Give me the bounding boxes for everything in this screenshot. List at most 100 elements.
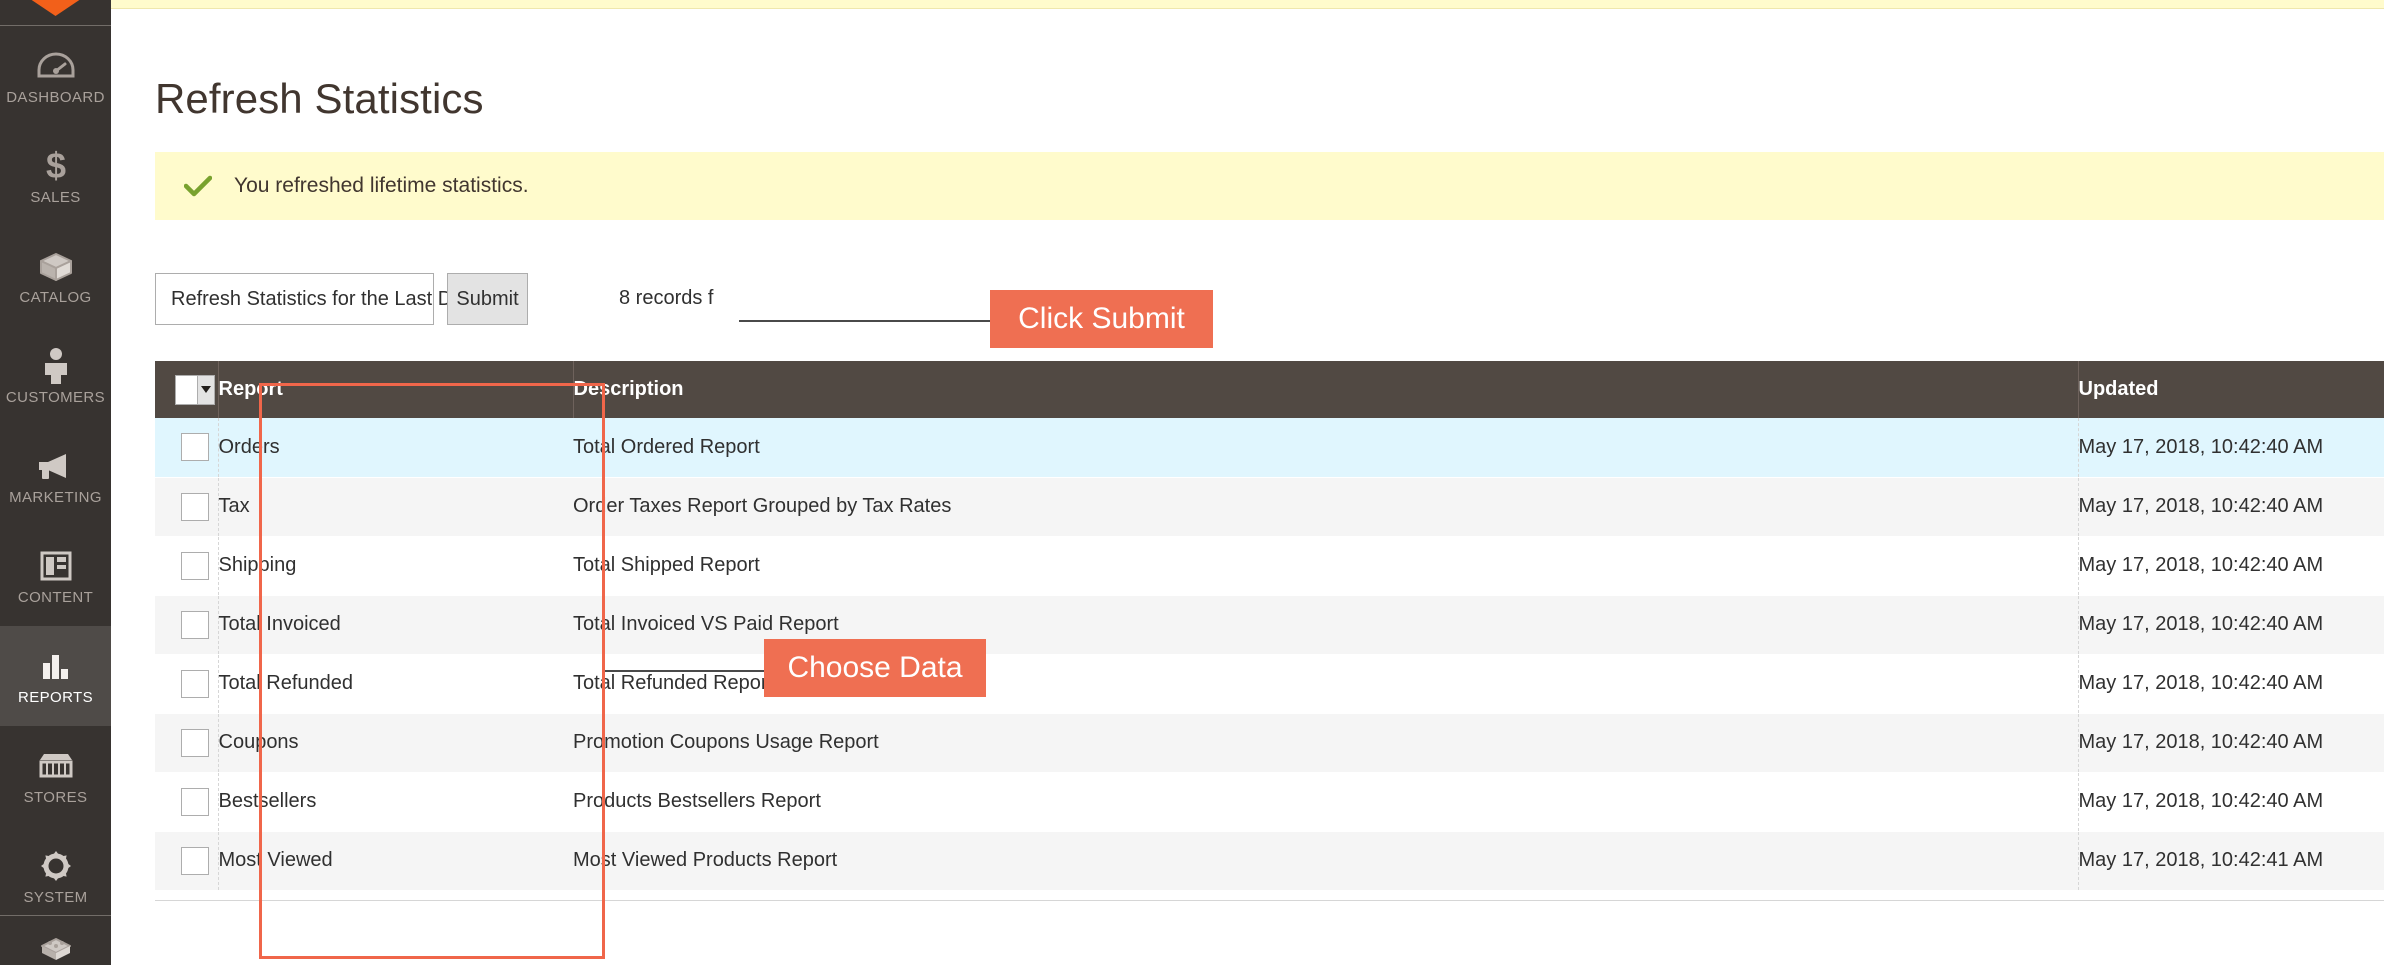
grid-header-select — [155, 361, 219, 418]
annotation-callout-click-submit: Click Submit — [990, 290, 1213, 348]
sidebar-item-dashboard[interactable]: DASHBOARD — [0, 26, 111, 126]
cell-report: Tax — [217, 477, 573, 537]
gear-icon — [34, 846, 78, 886]
sidebar-item-label: STORES — [23, 789, 88, 806]
cell-report: Coupons — [217, 713, 573, 773]
sidebar-item-customers[interactable]: CUSTOMERS — [0, 326, 111, 426]
refresh-period-select[interactable]: Refresh Statistics for the Last Day — [155, 273, 489, 325]
cell-description: Products Bestsellers Report — [573, 772, 2078, 832]
statistics-grid: Report Description Updated Orders Total O… — [155, 361, 2384, 891]
grid-header-description[interactable]: Description — [573, 361, 2079, 418]
cell-updated: May 17, 2018, 10:42:40 AM — [2077, 595, 2384, 655]
row-select-cell — [155, 654, 218, 714]
page-title: Refresh Statistics — [155, 75, 484, 123]
magento-hexagon-logo — [17, 0, 94, 16]
row-select-cell — [155, 536, 218, 596]
cell-updated: May 17, 2018, 10:42:40 AM — [2077, 772, 2384, 832]
screen: DASHBOARD $ SALES CATALOG CUSTOMERS MARK… — [0, 0, 2384, 965]
table-row[interactable]: Total Invoiced Total Invoiced VS Paid Rep… — [155, 595, 2384, 655]
svg-text:$: $ — [45, 147, 65, 185]
row-checkbox[interactable] — [181, 728, 209, 757]
table-row[interactable]: Tax Order Taxes Report Grouped by Tax Rat… — [155, 477, 2384, 537]
sidebar-divider-bottom — [0, 915, 111, 916]
records-count-text: 8 records f — [619, 287, 714, 309]
success-message-text: You refreshed lifetime statistics. — [234, 174, 529, 197]
cell-updated: May 17, 2018, 10:42:40 AM — [2077, 654, 2384, 714]
sidebar-item-extensions[interactable] — [0, 920, 111, 965]
row-select-cell — [155, 772, 218, 832]
cell-report: Total Invoiced — [217, 595, 573, 655]
cell-report: Orders — [217, 418, 573, 478]
green-check-icon — [183, 171, 213, 201]
sidebar-item-system[interactable]: SYSTEM — [0, 826, 111, 926]
sidebar-item-label: SYSTEM — [23, 889, 88, 906]
mass-select-checkbox-dropdown[interactable] — [175, 374, 215, 405]
grid-header-report[interactable]: Report — [218, 361, 574, 418]
top-message-strip — [111, 0, 2384, 9]
dollar-sign-icon: $ — [34, 146, 78, 186]
table-row[interactable]: Bestsellers Products Bestsellers Report Ma… — [155, 772, 2384, 832]
row-select-cell — [155, 477, 218, 537]
sidebar-item-content[interactable]: CONTENT — [0, 526, 111, 626]
annotation-callout-choose-data: Choose Data — [764, 639, 986, 697]
sidebar-item-stores[interactable]: STORES — [0, 726, 111, 826]
table-row[interactable]: Coupons Promotion Coupons Usage Report May… — [155, 713, 2384, 773]
row-select-cell — [155, 418, 218, 478]
success-message-banner: You refreshed lifetime statistics. — [155, 152, 2384, 220]
main-content: Refresh Statistics You refreshed lifetim… — [111, 9, 2384, 965]
row-checkbox[interactable] — [181, 492, 209, 521]
cell-description: Total Ordered Report — [573, 418, 2078, 478]
table-row[interactable]: Orders Total Ordered Report May 17, 2018, … — [155, 418, 2384, 478]
table-row[interactable]: Shipping Total Shipped Report May 17, 2018… — [155, 536, 2384, 596]
row-checkbox[interactable] — [181, 787, 209, 816]
row-checkbox[interactable] — [181, 669, 209, 698]
cell-description: Promotion Coupons Usage Report — [573, 713, 2078, 773]
table-row[interactable]: Most Viewed Most Viewed Products Report Ma… — [155, 831, 2384, 891]
row-select-cell — [155, 713, 218, 773]
cell-updated: May 17, 2018, 10:42:41 AM — [2077, 831, 2384, 891]
cell-report: Bestsellers — [217, 772, 573, 832]
person-icon — [34, 346, 78, 386]
extensions-block-icon — [34, 929, 78, 965]
mass-select-caret-icon[interactable] — [197, 375, 214, 404]
sidebar-item-label: DASHBOARD — [6, 89, 105, 106]
sidebar-item-label: CONTENT — [17, 589, 94, 606]
grid-body: Orders Total Ordered Report May 17, 2018, … — [155, 418, 2384, 891]
refresh-toolbar: Refresh Statistics for the Last Day Subm… — [111, 273, 2384, 329]
sidebar-item-reports[interactable]: REPORTS — [0, 626, 111, 726]
grid-header-row: Report Description Updated — [155, 361, 2384, 418]
cell-report: Most Viewed — [217, 831, 573, 891]
sidebar-item-catalog[interactable]: CATALOG — [0, 226, 111, 326]
cell-description: Total Shipped Report — [573, 536, 2078, 596]
cell-updated: May 17, 2018, 10:42:40 AM — [2077, 713, 2384, 773]
cell-updated: May 17, 2018, 10:42:40 AM — [2077, 477, 2384, 537]
admin-sidebar: DASHBOARD $ SALES CATALOG CUSTOMERS MARK… — [0, 0, 111, 965]
box-icon — [34, 246, 78, 286]
refresh-period-value: Refresh Statistics for the Last Day — [171, 287, 474, 310]
grid-footer — [155, 900, 2384, 931]
sidebar-item-label: MARKETING — [9, 489, 102, 506]
grid-header-updated[interactable]: Updated — [2078, 361, 2384, 418]
magento-logo[interactable] — [0, 0, 111, 16]
grid-header: Report Description Updated — [155, 361, 2384, 418]
bar-chart-icon — [34, 646, 78, 686]
dashboard-gauge-icon — [34, 46, 78, 86]
sidebar-item-label: REPORTS — [17, 689, 94, 706]
sidebar-item-label: CATALOG — [19, 289, 92, 306]
sidebar-item-label: CUSTOMERS — [5, 389, 106, 406]
sidebar-item-label: SALES — [30, 189, 81, 206]
layout-page-icon — [34, 546, 78, 586]
cell-report: Total Refunded — [217, 654, 573, 714]
row-checkbox[interactable] — [181, 846, 209, 875]
submit-button[interactable]: Submit — [447, 273, 528, 325]
row-checkbox[interactable] — [181, 610, 209, 639]
table-row[interactable]: Total Refunded Total Refunded Report May 1… — [155, 654, 2384, 714]
sidebar-item-sales[interactable]: $ SALES — [0, 126, 111, 226]
sidebar-item-marketing[interactable]: MARKETING — [0, 426, 111, 526]
row-checkbox[interactable] — [181, 551, 209, 580]
cell-updated: May 17, 2018, 10:42:40 AM — [2077, 536, 2384, 596]
row-select-cell — [155, 595, 218, 655]
cell-description: Order Taxes Report Grouped by Tax Rates — [573, 477, 2078, 537]
row-checkbox[interactable] — [181, 433, 209, 462]
cell-report: Shipping — [217, 536, 573, 596]
